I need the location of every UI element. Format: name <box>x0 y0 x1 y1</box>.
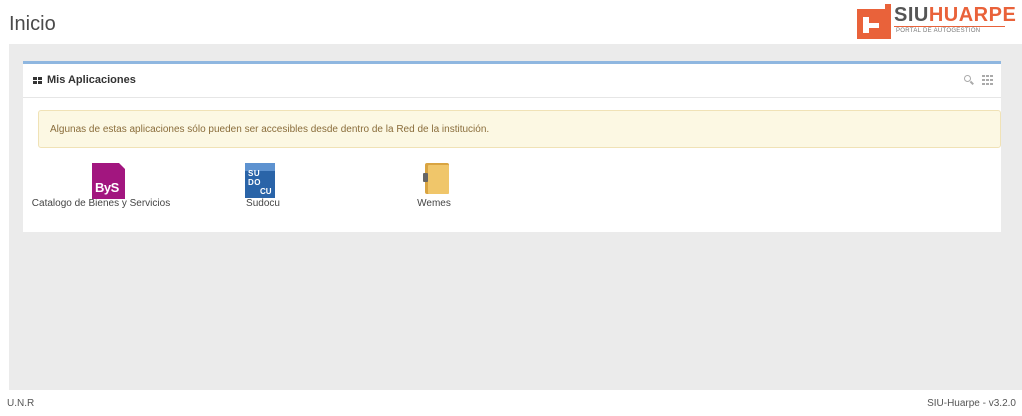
folder-app-icon <box>423 163 449 194</box>
brand-divider <box>894 26 1005 27</box>
top-bar: Inicio SIUHUARPE PORTAL DE AUTOGESTIÓN <box>0 0 1022 44</box>
sudocu-icon-text-1: SU <box>248 169 261 178</box>
footer-institution: U.N.R <box>7 398 35 409</box>
grid-icon <box>33 77 43 85</box>
brand-subtitle: PORTAL DE AUTOGESTIÓN <box>896 28 981 34</box>
brand-wordmark: SIUHUARPE <box>894 4 1016 27</box>
app-sudocu[interactable]: SU DO CU Sudocu <box>238 163 288 209</box>
panel-title: Mis Aplicaciones <box>47 74 136 86</box>
app-label: Catalogo de Bienes y Servicios <box>31 198 171 209</box>
huarpe-logo-icon <box>857 4 891 39</box>
sudocu-app-icon: SU DO CU <box>245 163 275 198</box>
app-catalogo-bienes-servicios[interactable]: ByS Catalogo de Bienes y Servicios <box>31 163 171 209</box>
panel-header: Mis Aplicaciones <box>23 64 1001 98</box>
footer-version: SIU-Huarpe - v3.2.0 <box>927 398 1016 409</box>
app-wemes[interactable]: Wemes <box>409 163 459 209</box>
app-label: Sudocu <box>246 198 280 209</box>
siu-huarpe-logo[interactable]: SIUHUARPE PORTAL DE AUTOGESTIÓN <box>857 4 1016 40</box>
search-icon[interactable] <box>963 74 975 86</box>
app-label: Wemes <box>417 198 451 209</box>
sudocu-icon-text-3: CU <box>260 187 272 196</box>
applications-panel: Mis Aplicaciones Algunas de estas aplica… <box>23 61 1001 232</box>
network-warning-alert: Algunas de estas aplicaciones sólo puede… <box>38 110 1001 148</box>
sudocu-icon-text-2: DO <box>248 178 261 187</box>
bys-icon-text: ByS <box>95 180 119 195</box>
page-title: Inicio <box>9 13 56 35</box>
main-content: Mis Aplicaciones Algunas de estas aplica… <box>9 44 1022 390</box>
apps-grid-icon[interactable] <box>982 75 993 85</box>
footer: U.N.R SIU-Huarpe - v3.2.0 <box>0 390 1022 416</box>
alert-text: Algunas de estas aplicaciones sólo puede… <box>50 124 490 135</box>
bys-app-icon: ByS <box>92 163 125 199</box>
brand-huarpe: HUARPE <box>928 4 1017 26</box>
brand-siu: SIU <box>894 4 929 26</box>
